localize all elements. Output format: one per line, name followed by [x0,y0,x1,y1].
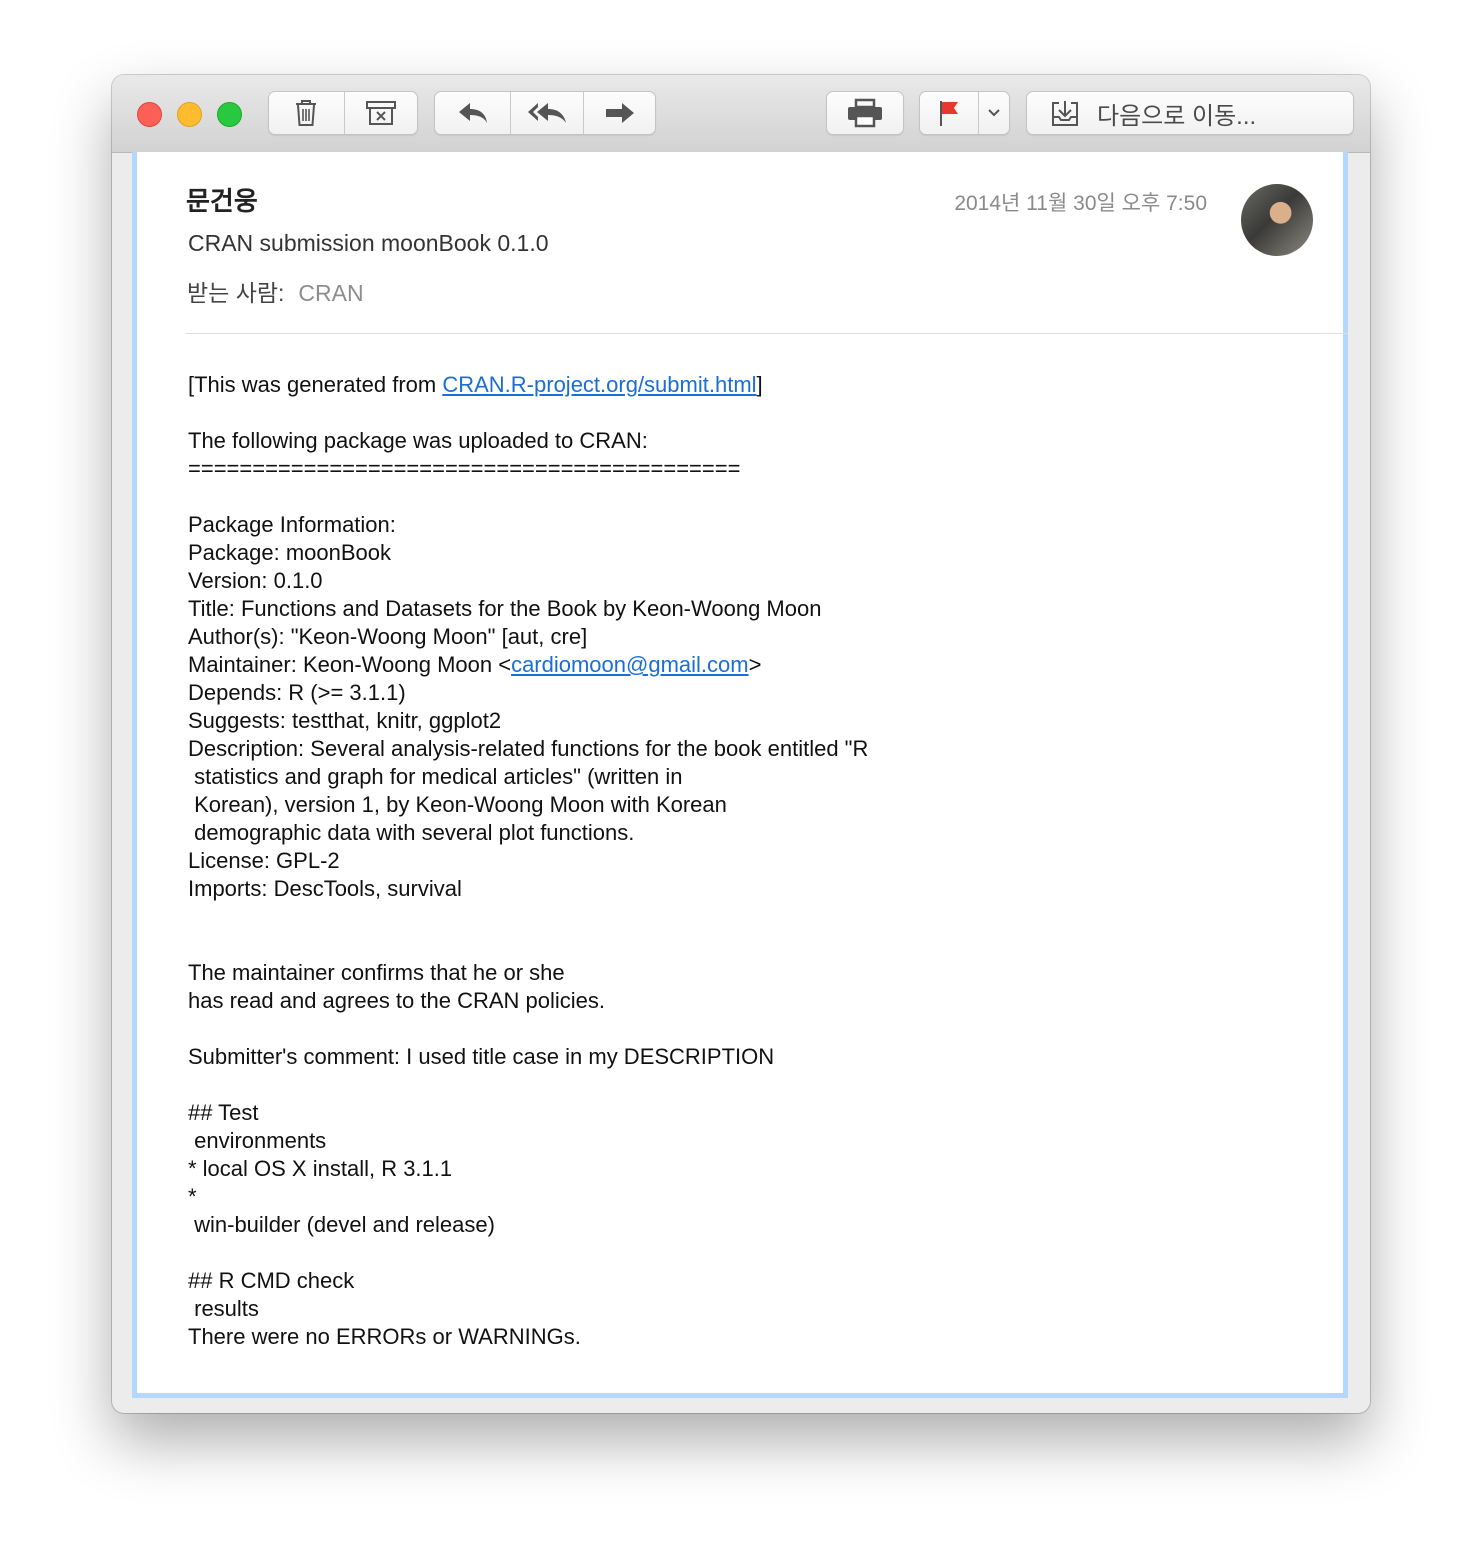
toolbar: 다음으로 이동... [112,75,1370,153]
close-window-button[interactable] [137,102,162,127]
reply-group [434,91,656,135]
move-to-button[interactable]: 다음으로 이동... [1027,92,1353,134]
body-maintainer-suffix: > [748,652,762,677]
reply-button[interactable] [435,92,510,134]
flag-icon [940,101,958,126]
print-group [826,91,904,135]
body-package-info: Package Information: Package: moonBook V… [188,512,822,649]
forward-icon [605,103,634,123]
message-body: [This was generated from CRAN.R-project.… [188,371,1288,1351]
print-button[interactable] [827,92,903,134]
chevron-down-icon [988,109,1000,117]
maintainer-email-link[interactable]: cardiomoon@gmail.com [511,652,749,677]
reply-all-icon [528,103,566,123]
body-intro: The following package was uploaded to CR… [188,428,741,481]
flag-menu-button[interactable] [978,92,1009,134]
move-to-label: 다음으로 이동... [1097,102,1257,130]
avatar [1241,184,1313,256]
body-confirmation: The maintainer confirms that he or she h… [188,960,606,1013]
submit-page-link[interactable]: CRAN.R-project.org/submit.html [442,372,756,397]
print-icon [848,98,882,128]
move-to-group: 다음으로 이동... [1026,91,1354,135]
forward-button[interactable] [583,92,655,134]
recipient-label: 받는 사람: [187,280,285,306]
reply-all-button[interactable] [510,92,583,134]
flag-group [919,91,1010,135]
body-package-details: Depends: R (>= 3.1.1) Suggests: testthat… [188,680,869,901]
junk-button[interactable] [343,92,418,134]
message-subject: CRAN submission moonBook 0.1.0 [188,230,549,256]
reply-icon [458,103,487,123]
delete-junk-group [268,91,418,135]
recipient-row: 받는 사람: CRAN [187,274,364,308]
minimize-window-button[interactable] [177,102,202,127]
body-line1-suffix: ] [756,372,763,397]
mail-window: 다음으로 이동... 문건웅 2014년 11월 30일 오후 7:50 CRA… [112,75,1370,1413]
recipient-value[interactable]: CRAN [298,280,363,306]
header-divider [186,333,1348,334]
delete-button[interactable] [269,92,344,134]
body-comment: Submitter's comment: I used title case i… [188,1044,775,1349]
message-date: 2014년 11월 30일 오후 7:50 [954,192,1207,215]
move-to-icon [1052,101,1078,126]
message-view: 문건웅 2014년 11월 30일 오후 7:50 CRAN submissio… [132,152,1348,1398]
flag-button[interactable] [920,92,978,134]
body-maintainer-prefix: Maintainer: Keon-Woong Moon < [188,652,512,677]
zoom-window-button[interactable] [217,102,242,127]
sender-name[interactable]: 문건웅 [186,181,258,218]
junk-icon [365,101,396,125]
body-line1-prefix: [This was generated from [188,372,443,397]
trash-icon [296,100,317,126]
